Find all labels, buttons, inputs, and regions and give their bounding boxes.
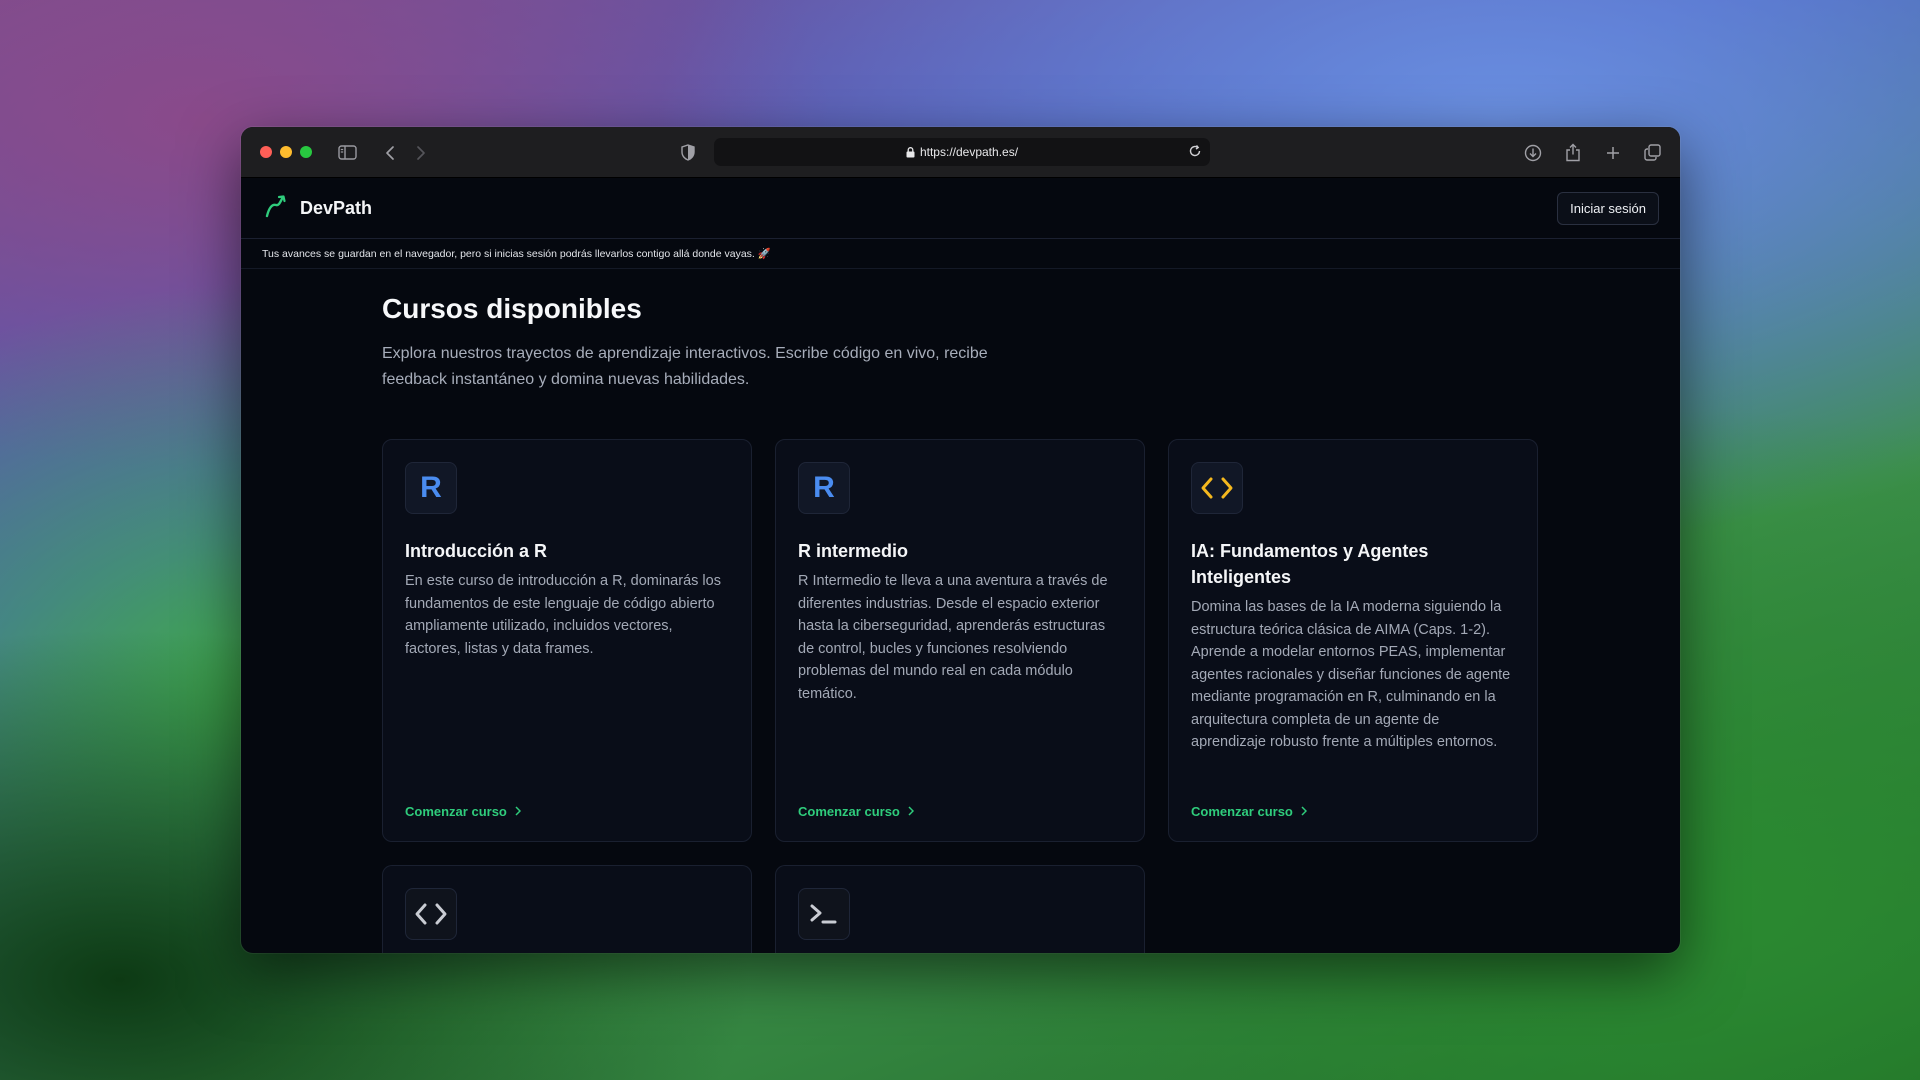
chevron-right-icon	[1301, 804, 1307, 819]
course-card[interactable]	[382, 865, 752, 953]
start-course-link[interactable]: Comenzar curso	[405, 804, 521, 819]
start-course-link[interactable]: Comenzar curso	[1191, 804, 1307, 819]
chevron-right-icon	[515, 804, 521, 819]
reload-icon[interactable]	[1188, 144, 1202, 158]
course-card[interactable]: R Introducción a R En este curso de intr…	[382, 439, 752, 842]
course-description: R Intermedio te lleva a una aventura a t…	[798, 573, 1108, 702]
window-controls	[260, 146, 312, 158]
progress-notice: Tus avances se guardan en el navegador, …	[241, 239, 1680, 269]
url-text: https://devpath.es/	[919, 145, 1019, 159]
app-header: DevPath Iniciar sesión	[241, 178, 1680, 239]
course-title: R intermedio	[798, 541, 909, 561]
course-description: Domina las bases de la IA moderna siguie…	[1191, 599, 1511, 750]
r-letter-icon: R	[798, 462, 850, 514]
code-brackets-icon	[1191, 462, 1243, 514]
terminal-prompt-icon	[798, 888, 850, 940]
course-card[interactable]	[775, 865, 1145, 953]
devpath-logo-icon	[264, 194, 288, 223]
course-title: Introducción a R	[405, 541, 548, 561]
new-tab-plus-icon[interactable]	[1603, 127, 1623, 178]
page-intro: Explora nuestros trayectos de aprendizaj…	[382, 345, 988, 388]
forward-arrow-icon[interactable]	[411, 127, 431, 178]
lock-icon	[906, 146, 915, 158]
login-button[interactable]: Iniciar sesión	[1557, 191, 1659, 225]
share-icon[interactable]	[1562, 127, 1584, 178]
course-title: IA: Fundamentos y Agentes Inteligentes	[1191, 541, 1429, 587]
download-icon[interactable]	[1522, 127, 1544, 178]
tab-overview-icon[interactable]	[1641, 127, 1663, 178]
course-grid: R Introducción a R En este curso de intr…	[382, 439, 1680, 953]
minimize-window-button[interactable]	[280, 146, 292, 158]
close-window-button[interactable]	[260, 146, 272, 158]
browser-toolbar: https://devpath.es/	[241, 127, 1680, 178]
r-letter-icon: R	[405, 462, 457, 514]
course-card[interactable]: IA: Fundamentos y Agentes Inteligentes D…	[1168, 439, 1538, 842]
page-title: Cursos disponibles	[382, 293, 642, 324]
brand-name: DevPath	[300, 197, 373, 218]
brand[interactable]: DevPath	[264, 194, 372, 223]
browser-window: https://devpath.es/ DevPath Iniciar sesi…	[241, 127, 1680, 953]
chevron-right-icon	[908, 804, 914, 819]
course-card[interactable]: R R intermedio R Intermedio te lleva a u…	[775, 439, 1145, 842]
start-course-link[interactable]: Comenzar curso	[798, 804, 914, 819]
sidebar-toggle-icon[interactable]	[335, 127, 359, 178]
privacy-shield-icon[interactable]	[678, 127, 698, 178]
maximize-window-button[interactable]	[300, 146, 312, 158]
course-description: En este curso de introducción a R, domin…	[405, 573, 721, 657]
main-content: Cursos disponibles Explora nuestros tray…	[241, 269, 1680, 953]
code-brackets-icon	[405, 888, 457, 940]
back-arrow-icon[interactable]	[380, 127, 400, 178]
address-bar[interactable]: https://devpath.es/	[714, 138, 1210, 166]
